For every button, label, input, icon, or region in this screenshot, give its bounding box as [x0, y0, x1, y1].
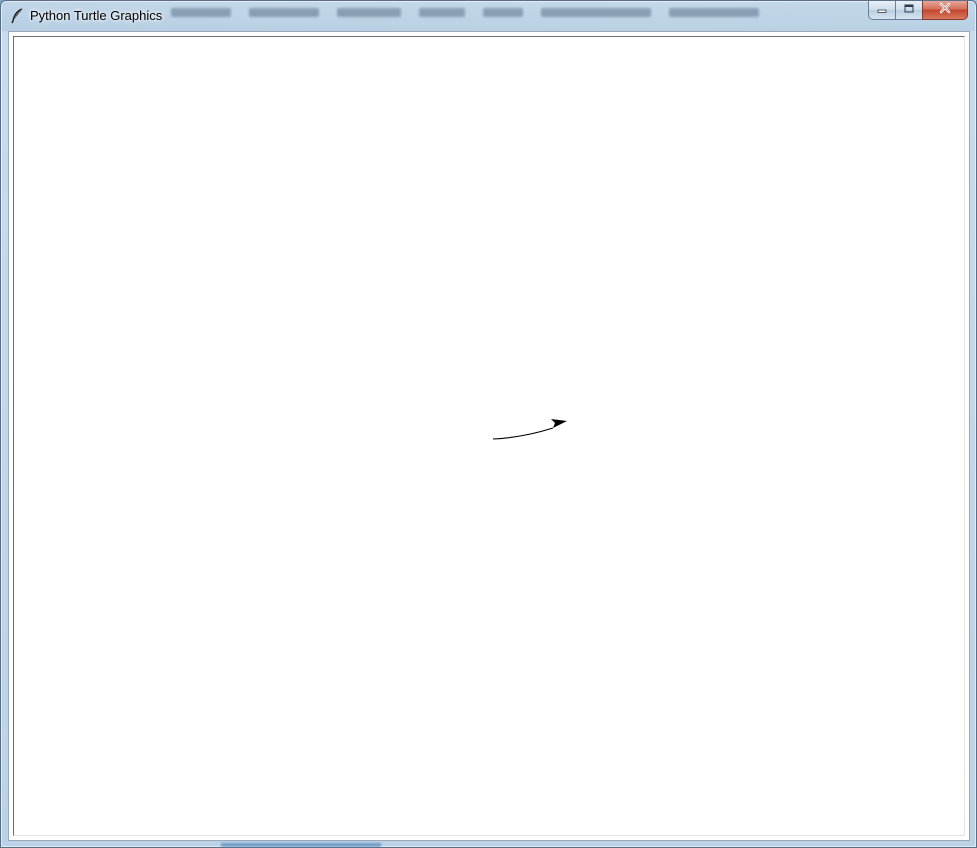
turtle-pen-trail — [492, 427, 554, 440]
window-controls — [868, 1, 968, 21]
window-title: Python Turtle Graphics — [30, 8, 163, 23]
close-button[interactable] — [922, 1, 968, 20]
minimize-icon — [876, 1, 888, 19]
turtle-drawing — [492, 419, 567, 440]
maximize-button[interactable] — [895, 1, 922, 20]
window-client-area — [8, 31, 970, 841]
minimize-button[interactable] — [868, 1, 895, 20]
turtle-window: Python Turtle Graphics — [0, 0, 977, 848]
turtle-cursor — [551, 419, 567, 428]
maximize-icon — [903, 1, 915, 19]
close-icon — [938, 1, 952, 19]
title-bar[interactable]: Python Turtle Graphics — [1, 1, 976, 31]
turtle-canvas[interactable] — [13, 36, 965, 836]
feather-icon[interactable] — [10, 8, 24, 24]
taskbar-highlight — [221, 843, 381, 847]
blurred-background-taskbar — [171, 3, 831, 21]
